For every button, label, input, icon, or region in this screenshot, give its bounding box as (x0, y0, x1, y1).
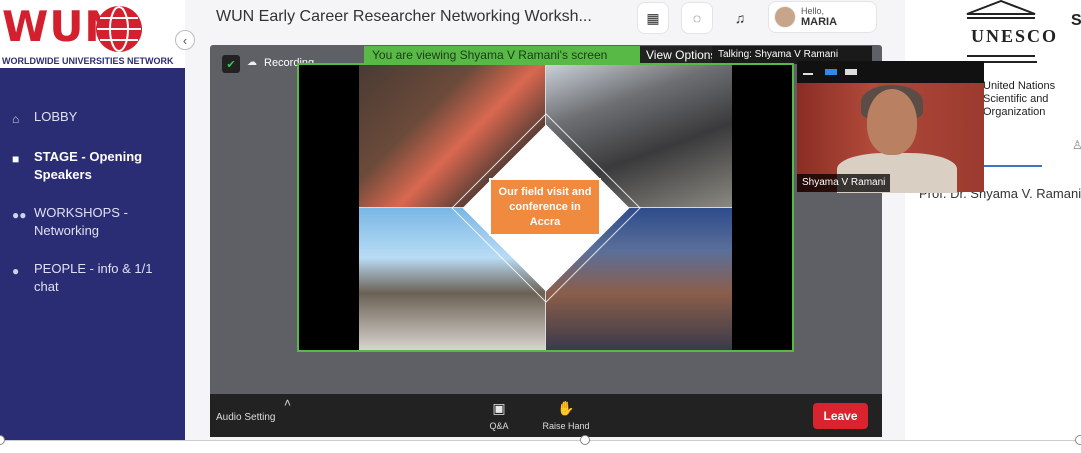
qa-button[interactable]: ▣ Q&A (469, 400, 529, 431)
chevron-left-icon: ‹ (182, 32, 188, 48)
globe-icon (96, 6, 142, 52)
org-line: United Nations (983, 80, 1056, 92)
unesco-side-text: S (1071, 12, 1081, 29)
hand-icon: ✋ (557, 400, 575, 416)
resize-handle[interactable] (580, 435, 590, 445)
calendar-icon: ▦ (646, 9, 660, 26)
logo-subtitle: WORLDWIDE UNIVERSITIES NETWORK (2, 56, 174, 66)
video-controls (797, 61, 984, 83)
person-icon: ● (12, 264, 20, 278)
sidebar-item-stage[interactable]: ■ STAGE - Opening Speakers (0, 148, 185, 184)
speaker-face (867, 89, 917, 155)
meeting-toolbar: Audio Setting ˄ ▣ Q&A ✋ Raise Hand Leave (210, 394, 882, 437)
shield-icon: ✔ (222, 55, 240, 73)
wun-logo: WUN WORLDWIDE UNIVERSITIES NETWORK (0, 0, 185, 68)
sidebar-nav: ⌂ LOBBY ■ STAGE - Opening Speakers ●● WO… (0, 108, 185, 316)
speaker-video[interactable]: Shyama V Ramani (797, 61, 984, 193)
sidebar-item-label: LOBBY (34, 109, 78, 124)
unesco-wordmark: UNESCO (971, 26, 1059, 46)
calendar-button[interactable]: ▦ (637, 2, 669, 34)
window-bottom-edge (0, 440, 1081, 453)
collapse-sidebar-button[interactable]: ‹ (175, 30, 195, 50)
leave-button[interactable]: Leave (813, 403, 868, 429)
sidebar-item-label: STAGE - Opening Speakers (34, 149, 143, 182)
fullscreen-icon[interactable] (845, 69, 857, 75)
chat-button[interactable]: ◌ (681, 2, 713, 34)
qa-label: Q&A (489, 421, 509, 431)
home-icon: ⌂ (12, 112, 20, 126)
person-icon[interactable]: ♙ (1072, 138, 1081, 152)
video-name-label: Shyama V Ramani (797, 174, 891, 192)
slide-caption: Our field visit and conference in Accra (489, 178, 601, 236)
sidebar-item-people[interactable]: ● PEOPLE - info & 1/1 chat (0, 260, 185, 296)
app-root: WUN WORLDWIDE UNIVERSITIES NETWORK ⌂ LOB… (0, 0, 1081, 453)
minimize-icon[interactable] (803, 73, 813, 75)
user-name: MARIA (801, 16, 838, 28)
group-icon: ●● (12, 208, 27, 222)
top-bar: WUN Early Career Researcher Networking W… (185, 0, 905, 40)
sidebar-item-lobby[interactable]: ⌂ LOBBY (0, 108, 185, 128)
screen-share-banner: You are viewing Shyama V Ramani's screen (364, 46, 686, 64)
chevron-up-icon[interactable]: ˄ (284, 396, 291, 410)
notifications-button[interactable]: ♫ (724, 2, 756, 34)
user-menu[interactable]: Hello, MARIA (768, 1, 877, 33)
layout-icon[interactable] (825, 69, 837, 75)
stage-area: ✔ ☁ Recording You are viewing Shyama V R… (210, 45, 882, 437)
bell-icon: ♫ (734, 10, 746, 26)
org-line: Scientific and (983, 93, 1049, 105)
qa-icon: ▣ (492, 400, 506, 416)
raise-hand-button[interactable]: ✋ Raise Hand (536, 400, 596, 431)
resize-handle[interactable] (1075, 435, 1081, 445)
cloud-icon: ☁ (247, 57, 257, 68)
user-greeting: Hello, (801, 6, 825, 16)
avatar (774, 6, 796, 28)
sidebar-item-label: PEOPLE - info & 1/1 chat (34, 261, 153, 294)
shared-screen: Our field visit and conference in Accra (297, 63, 794, 352)
video-camera-icon: ■ (12, 152, 20, 166)
org-line: Organization (983, 106, 1046, 118)
view-options-button[interactable]: View Options (640, 46, 723, 64)
presentation-slide: Our field visit and conference in Accra (359, 65, 732, 350)
sidebar: WUN WORLDWIDE UNIVERSITIES NETWORK ⌂ LOB… (0, 0, 185, 440)
sidebar-item-workshops[interactable]: ●● WORKSHOPS - Networking (0, 204, 185, 240)
audio-setting-button[interactable]: Audio Setting (216, 412, 276, 423)
page-title: WUN Early Career Researcher Networking W… (216, 8, 592, 25)
raise-hand-label: Raise Hand (542, 421, 590, 431)
sidebar-item-label: WORKSHOPS - Networking (34, 205, 128, 238)
chat-icon: ◌ (692, 10, 702, 26)
